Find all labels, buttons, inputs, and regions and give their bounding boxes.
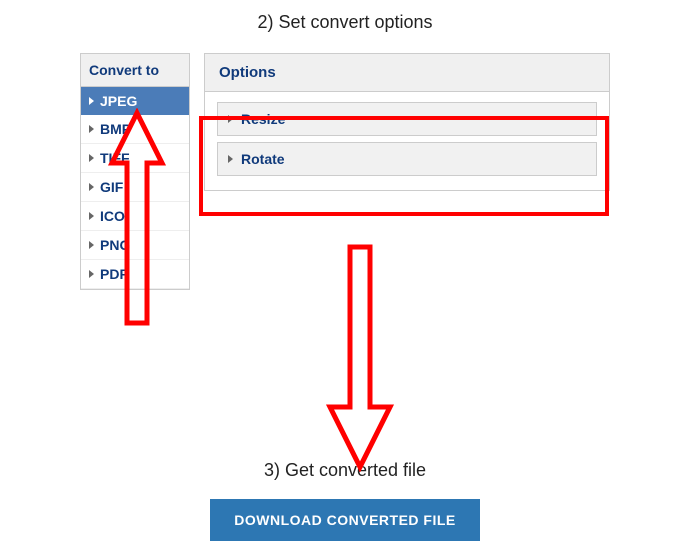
options-panel: Options Resize Rotate bbox=[204, 53, 610, 191]
option-rotate[interactable]: Rotate bbox=[217, 142, 597, 176]
chevron-right-icon bbox=[89, 125, 94, 133]
format-label: JPEG bbox=[100, 93, 137, 109]
format-item-jpeg[interactable]: JPEG bbox=[81, 87, 189, 115]
options-body: Resize Rotate bbox=[205, 92, 609, 190]
format-list: JPEG BMP TIFF GIF ICO PNG bbox=[81, 87, 189, 289]
option-label: Rotate bbox=[241, 151, 285, 167]
format-label: ICO bbox=[100, 208, 125, 224]
format-label: BMP bbox=[100, 121, 131, 137]
format-label: TIFF bbox=[100, 150, 130, 166]
format-item-ico[interactable]: ICO bbox=[81, 202, 189, 231]
format-label: PDF bbox=[100, 266, 128, 282]
format-label: PNG bbox=[100, 237, 130, 253]
format-item-tiff[interactable]: TIFF bbox=[81, 144, 189, 173]
option-resize[interactable]: Resize bbox=[217, 102, 597, 136]
options-header: Options bbox=[205, 54, 609, 92]
chevron-right-icon bbox=[89, 212, 94, 220]
download-converted-file-button[interactable]: DOWNLOAD CONVERTED FILE bbox=[210, 499, 480, 541]
step3-title: 3) Get converted file bbox=[0, 460, 690, 481]
format-item-png[interactable]: PNG bbox=[81, 231, 189, 260]
format-item-gif[interactable]: GIF bbox=[81, 173, 189, 202]
format-item-bmp[interactable]: BMP bbox=[81, 115, 189, 144]
convert-to-panel: Convert to JPEG BMP TIFF GIF ICO bbox=[80, 53, 190, 290]
format-label: GIF bbox=[100, 179, 123, 195]
chevron-right-icon bbox=[89, 241, 94, 249]
format-item-pdf[interactable]: PDF bbox=[81, 260, 189, 289]
chevron-right-icon bbox=[228, 155, 233, 163]
chevron-right-icon bbox=[89, 183, 94, 191]
convert-to-header: Convert to bbox=[81, 54, 189, 87]
chevron-right-icon bbox=[228, 115, 233, 123]
chevron-right-icon bbox=[89, 154, 94, 162]
option-label: Resize bbox=[241, 111, 285, 127]
chevron-right-icon bbox=[89, 270, 94, 278]
step2-title: 2) Set convert options bbox=[0, 12, 690, 33]
chevron-right-icon bbox=[89, 97, 94, 105]
